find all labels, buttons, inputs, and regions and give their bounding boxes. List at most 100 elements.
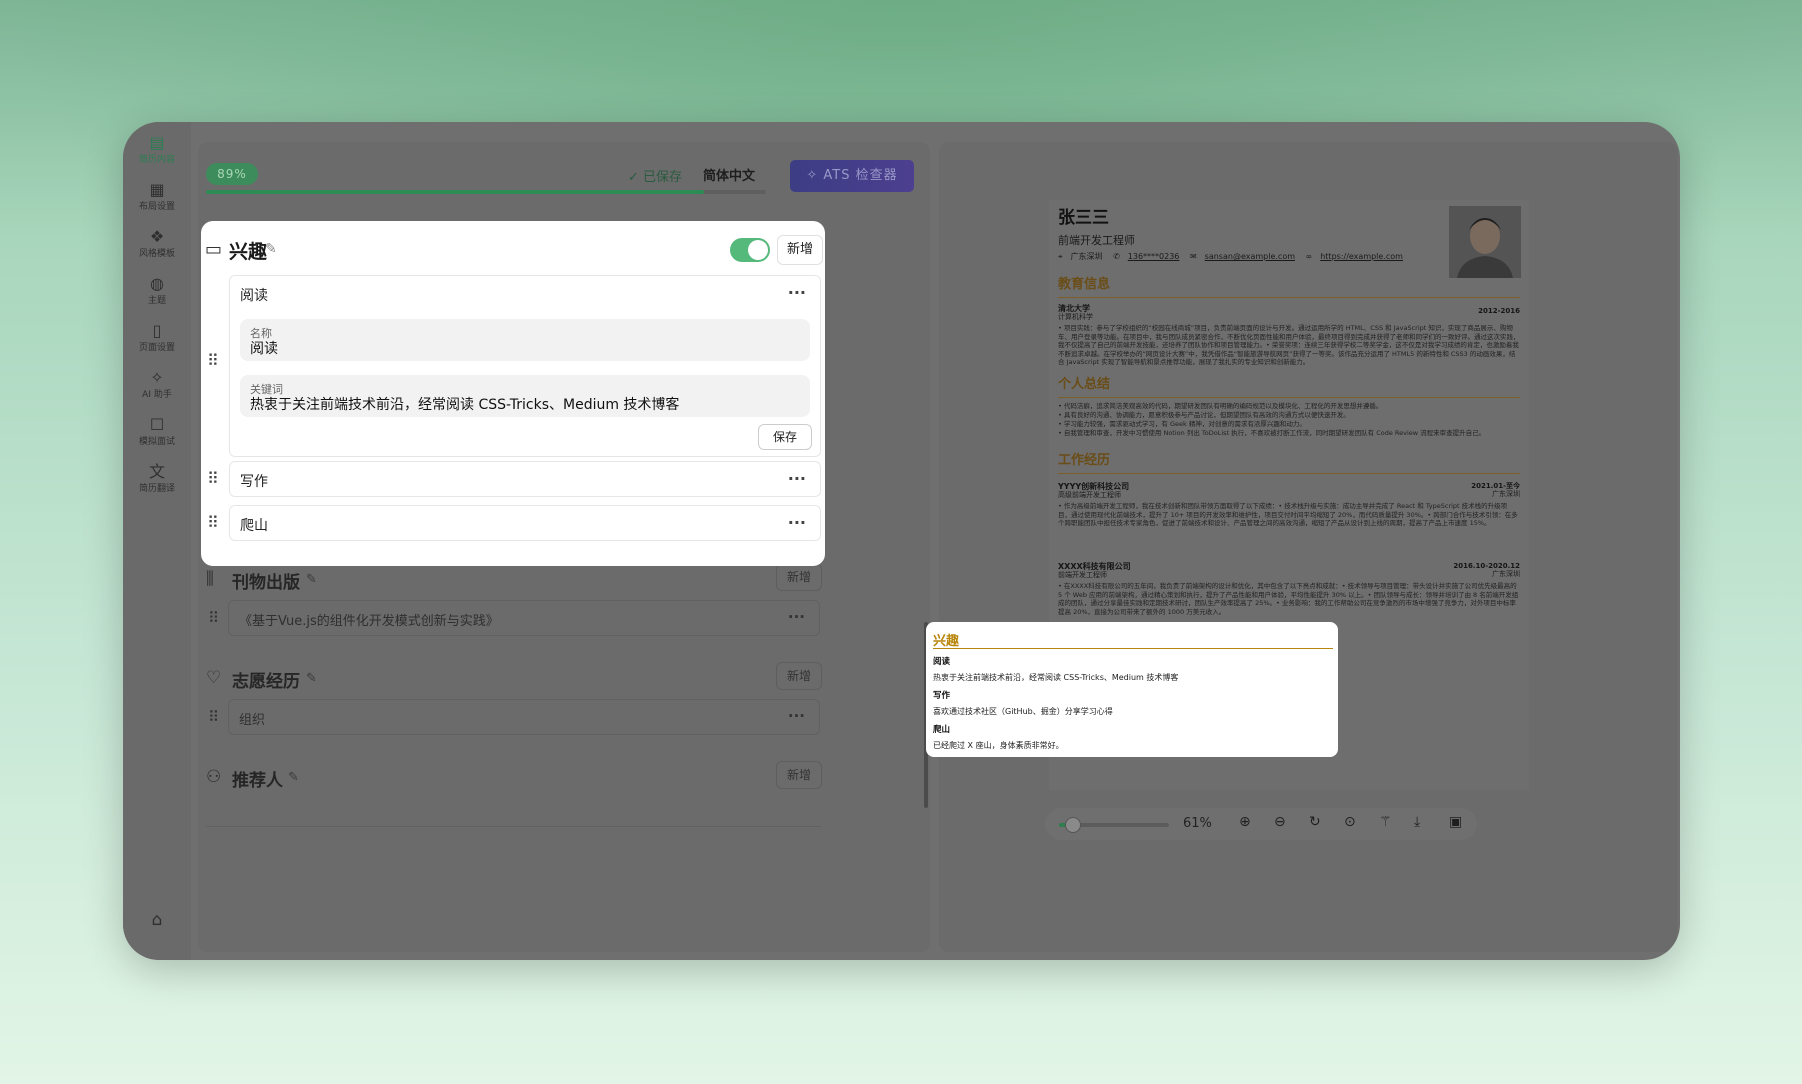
progress-bar (206, 190, 766, 194)
interest-name: 写作 (933, 691, 951, 701)
summary-item: • 学习能力较强，需求驱动式学习，有 Geek 精神，对创意的需求有浓厚兴趣和动… (1058, 420, 1306, 428)
palette-icon: ◍ (150, 274, 164, 293)
add-button[interactable]: 新增 (777, 235, 823, 265)
resume-title: 前端开发工程师 (1058, 234, 1135, 247)
add-button[interactable]: 新增 (776, 761, 822, 789)
section-toggle[interactable] (730, 238, 770, 262)
sidebar-item-label: 模拟面试 (138, 437, 175, 447)
contact-email[interactable]: sansan@example.com (1205, 252, 1295, 261)
list-item[interactable]: 组织 ··· (228, 699, 820, 735)
download-icon[interactable]: ⤓ (1414, 814, 1420, 830)
sidebar-item-ai[interactable]: ✧ AI 助手 (123, 367, 191, 401)
sparkles-icon: ✧ (806, 168, 824, 183)
section-publications: ⫼ 刊物出版 ✎ 新增 ⠿ 《基于Vue.js的组件化开发模式创新与实践》 ··… (198, 563, 930, 657)
resume-name: 张三三 (1058, 208, 1109, 228)
sidebar-item-template[interactable]: ❖ 风格模板 (123, 226, 191, 260)
more-icon[interactable]: ··· (788, 283, 806, 302)
zoom-slider[interactable] (1059, 817, 1169, 833)
section-references: ⚇ 推荐人 ✎ 新增 (198, 761, 930, 805)
heart-icon: ♡ (206, 668, 222, 688)
drag-handle-icon[interactable]: ⠿ (207, 351, 219, 370)
sidebar-item-content[interactable]: ▤ 简历内容 (123, 132, 191, 166)
keyword-field[interactable]: 关键词 热衷于关注前端技术前沿，经常阅读 CSS-Tricks、Medium 技… (240, 375, 810, 417)
link-icon: ∞ (1305, 252, 1313, 261)
preview-panel: 张三三 前端开发工程师 ⌖ 广东深圳 ✆ 136****0236 ✉ sansan@e… (939, 142, 1677, 952)
more-icon[interactable]: ··· (788, 608, 805, 626)
field-value[interactable]: 热衷于关注前端技术前沿，经常阅读 CSS-Tricks、Medium 技术博客 (250, 394, 679, 414)
list-item[interactable]: 爬山 ··· (229, 505, 821, 541)
contact-location: 广东深圳 (1070, 252, 1103, 261)
ats-checker-button[interactable]: ✧ ATS 检查器 (790, 160, 914, 192)
drag-handle-icon[interactable]: ⠿ (208, 708, 219, 726)
pencil-icon[interactable]: ✎ (306, 572, 317, 587)
image-export-icon[interactable]: ▣ (1449, 814, 1462, 830)
interests-card: ▭ 兴趣 ✎ 新增 ⠿ 阅读 ··· 名称 阅读 关键词 热衷于关注前端技术前沿… (201, 221, 825, 566)
chat-icon: ☐ (149, 415, 165, 434)
resume-section-title: 教育信息 (1058, 277, 1111, 292)
contact-website[interactable]: https://example.com (1320, 252, 1403, 261)
pencil-icon[interactable]: ✎ (306, 671, 317, 686)
section-underline (1058, 473, 1520, 474)
add-button[interactable]: 新增 (776, 662, 822, 690)
interest-name: 爬山 (933, 725, 951, 735)
resume-section-title: 个人总结 (1058, 377, 1111, 392)
list-item[interactable]: 写作 ··· (229, 461, 821, 497)
major: 计算机科学 (1058, 313, 1093, 321)
progress-badge: 89% (206, 163, 258, 185)
summary-item: • 自我管理和审查，开发中习惯使用 Notion 列出 ToDoList 执行，… (1058, 429, 1486, 437)
users-icon: ⚇ (206, 767, 222, 787)
summary-item: • 代码洁癖，追求简洁美观高效的代码，期望研发团队有明确的编码规范以及模块化、工… (1058, 402, 1383, 410)
contact-phone[interactable]: 136****0236 (1128, 252, 1180, 261)
zoom-level: 61% (1183, 816, 1212, 831)
home-icon[interactable]: ⌂ (123, 910, 191, 930)
item-title: 《基于Vue.js的组件化开发模式创新与实践》 (239, 614, 499, 629)
list-item[interactable]: 《基于Vue.js的组件化开发模式创新与实践》 ··· (228, 600, 820, 636)
drag-handle-icon[interactable]: ⠿ (208, 609, 219, 627)
more-icon[interactable]: ··· (788, 469, 806, 488)
progress-bar-fill (206, 190, 705, 194)
sidebar-item-theme[interactable]: ◍ 主题 (123, 273, 191, 307)
sidebar-item-translate[interactable]: 文 简历翻译 (123, 461, 191, 495)
sidebar: ▤ 简历内容 ▦ 布局设置 ❖ 风格模板 ◍ 主题 ▯ 页面设置 ✧ AI 助手… (123, 122, 191, 960)
job-location: 广东深圳 (1492, 490, 1520, 498)
name-field[interactable]: 名称 阅读 (240, 319, 810, 361)
save-button[interactable]: 保存 (758, 424, 812, 450)
avatar (1449, 206, 1521, 278)
resume-interests-section: 兴趣 阅读 热衷于关注前端技术前沿，经常阅读 CSS-Tricks、Medium… (926, 622, 1338, 757)
field-value[interactable]: 阅读 (250, 338, 278, 358)
saved-label: 已保存 (643, 170, 683, 185)
language-select[interactable]: 简体中文 (703, 165, 755, 184)
sidebar-item-layout[interactable]: ▦ 布局设置 (123, 179, 191, 213)
company: YYYY创新科技公司 (1058, 482, 1130, 491)
sidebar-item-interview[interactable]: ☐ 模拟面试 (123, 414, 191, 448)
sidebar-item-label: 简历翻译 (138, 484, 175, 494)
section-underline (1058, 297, 1520, 298)
zoom-toolbar: 61% ⊕ ⊖ ↻ ⊙ ⚚ ⤓ ▣ (1045, 808, 1477, 840)
edu-text: • 项目实践：参与了学校组织的“校园在线商城”项目，负责前端页面的设计与开发。通… (1058, 324, 1520, 366)
zoom-in-icon[interactable]: ⊕ (1239, 814, 1251, 830)
phone-icon: ✆ (1113, 252, 1120, 261)
check-icon: ✓ (628, 170, 644, 185)
fit-icon[interactable]: ⊙ (1344, 814, 1356, 830)
zoom-out-icon[interactable]: ⊖ (1274, 814, 1286, 830)
interests-header: ▭ 兴趣 ✎ 新增 (201, 235, 825, 267)
sidebar-item-page[interactable]: ▯ 页面设置 (123, 320, 191, 354)
section-underline (1058, 397, 1520, 398)
section-title: 志愿经历 (232, 672, 300, 692)
location-icon: ⌖ (1058, 252, 1063, 261)
layout-icon: ▦ (149, 180, 165, 199)
pencil-icon[interactable]: ✎ (265, 241, 277, 257)
sparkles-icon: ✧ (150, 368, 164, 387)
drag-handle-icon[interactable]: ⠿ (207, 513, 219, 532)
magic-wand-icon[interactable]: ⚚ (1379, 814, 1392, 830)
more-icon[interactable]: ··· (788, 707, 805, 725)
reset-icon[interactable]: ↻ (1309, 814, 1321, 830)
add-button[interactable]: 新增 (776, 563, 822, 591)
drag-handle-icon[interactable]: ⠿ (207, 469, 219, 488)
template-icon: ❖ (149, 227, 165, 246)
more-icon[interactable]: ··· (788, 513, 806, 532)
section-title: 推荐人 (232, 771, 283, 791)
zoom-slider-handle[interactable] (1065, 817, 1082, 833)
item-title[interactable]: 阅读 (240, 285, 268, 305)
pencil-icon[interactable]: ✎ (288, 770, 299, 785)
